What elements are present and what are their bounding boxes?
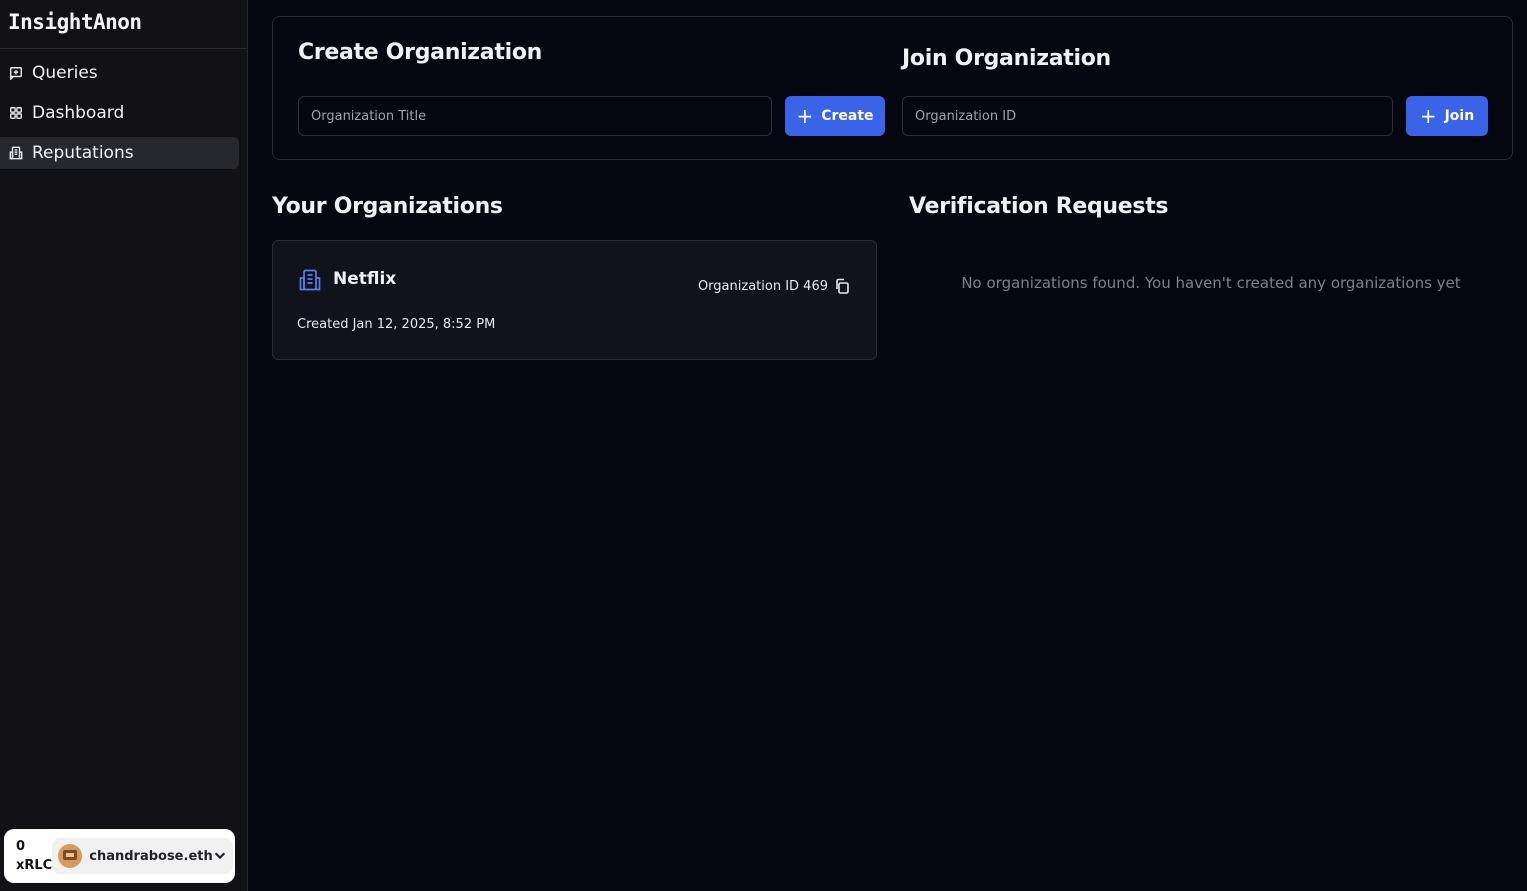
join-organization-title: Join Organization	[902, 46, 1111, 71]
plus-icon: +	[1419, 104, 1437, 128]
join-button-label: Join	[1444, 108, 1475, 124]
app-logo[interactable]: InsightAnon	[0, 0, 247, 49]
sidebar-item-reputations[interactable]: Reputations	[0, 137, 239, 169]
wallet-widget: 0 xRLC chandrabose.eth	[4, 829, 235, 883]
sidebar-item-label: Dashboard	[32, 103, 125, 123]
account-name: chandrabose.eth	[89, 848, 213, 864]
organization-created-date: Created Jan 12, 2025, 8:52 PM	[297, 317, 496, 332]
building-icon	[298, 268, 322, 292]
building-icon	[8, 145, 24, 161]
sidebar-nav: Queries Dashboard Reputations	[0, 49, 247, 169]
organization-id-input[interactable]	[902, 96, 1393, 136]
create-button-label: Create	[821, 108, 874, 124]
organization-title-input[interactable]	[298, 96, 772, 136]
grid-icon	[8, 105, 24, 121]
message-square-icon	[8, 65, 24, 81]
chevron-down-icon	[213, 847, 227, 866]
create-button[interactable]: + Create	[785, 96, 885, 136]
balance-amount: 0	[16, 839, 26, 854]
your-organizations-title: Your Organizations	[272, 194, 503, 219]
create-organization-title: Create Organization	[298, 40, 542, 65]
account-button[interactable]: chandrabose.eth	[52, 838, 233, 874]
plus-icon: +	[796, 104, 814, 128]
sidebar-item-label: Queries	[32, 63, 98, 83]
organization-id: Organization ID 469	[697, 279, 828, 294]
sidebar: InsightAnon Queries Dashboard Reputation…	[0, 0, 248, 891]
balance-display: 0 xRLC	[4, 837, 52, 875]
avatar	[58, 844, 83, 868]
join-button[interactable]: + Join	[1406, 96, 1488, 136]
balance-unit: xRLC	[16, 858, 53, 873]
sidebar-item-dashboard[interactable]: Dashboard	[0, 97, 239, 129]
sidebar-item-label: Reputations	[32, 143, 134, 163]
empty-state-message: No organizations found. You haven't crea…	[961, 274, 1461, 292]
sidebar-item-queries[interactable]: Queries	[0, 57, 239, 89]
organization-actions-panel: Create Organization + Create Join Organi…	[272, 16, 1513, 160]
organization-card[interactable]: Netflix Organization ID 469 Created Jan …	[272, 240, 877, 360]
organization-name: Netflix	[333, 269, 397, 289]
verification-requests-title: Verification Requests	[909, 194, 1169, 219]
copy-icon[interactable]	[834, 278, 852, 296]
